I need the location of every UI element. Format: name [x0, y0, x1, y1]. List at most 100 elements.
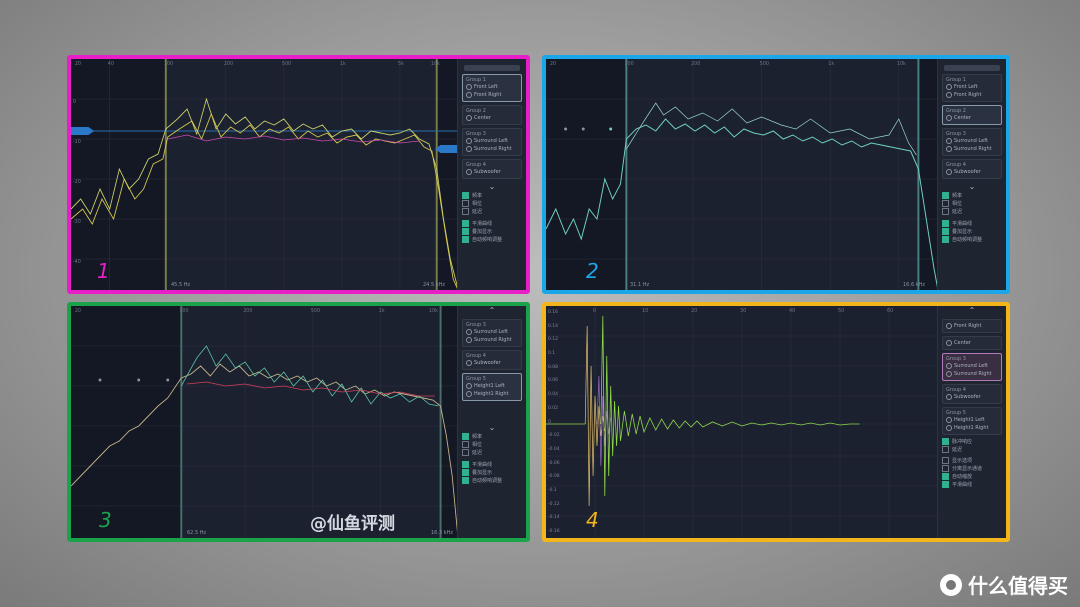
checkbox[interactable] — [462, 236, 469, 243]
option-row[interactable]: 平滑曲线 — [942, 220, 1002, 228]
checkbox[interactable] — [942, 446, 949, 453]
channel-item[interactable]: Subwoofer — [946, 393, 998, 401]
channel-item[interactable]: Front Right — [946, 322, 998, 330]
group-card[interactable]: Group 4 Subwoofer — [942, 384, 1002, 404]
checkbox[interactable] — [462, 208, 469, 215]
chevron-down-icon[interactable]: ⌄ — [458, 182, 526, 192]
group-card[interactable]: Group 1 Front Left Front Right — [942, 74, 1002, 102]
checkbox[interactable] — [942, 192, 949, 199]
checkbox[interactable] — [942, 236, 949, 243]
channel-item[interactable]: Subwoofer — [466, 168, 518, 176]
option-row[interactable]: 叠加显示 — [462, 228, 522, 236]
group-card[interactable]: Group 4 Subwoofer — [462, 159, 522, 179]
checkbox[interactable] — [462, 469, 469, 476]
group-card[interactable]: Group 5 Height1 Left Height1 Right — [942, 407, 1002, 435]
group-card[interactable]: Group 3 Surround Left Surround Right — [942, 353, 1002, 381]
option-row[interactable]: 平滑曲线 — [462, 461, 522, 469]
checkbox[interactable] — [462, 228, 469, 235]
group-card[interactable]: Group 2 Center — [462, 105, 522, 125]
option-row[interactable]: 叠加显示 — [462, 469, 522, 477]
plot-area[interactable]: 20 40 100 200 500 1k 5k 10k 0 -10 -20 -30 -40 45.5 … — [71, 59, 458, 290]
group-card[interactable]: Group 1 Front Left Front Right — [462, 74, 522, 102]
checkbox[interactable] — [462, 200, 469, 207]
group-card[interactable]: Group 3 Surround Left Surround Right — [462, 319, 522, 347]
channel-item[interactable]: Front Left — [946, 83, 998, 91]
channel-item[interactable]: Height1 Left — [466, 382, 518, 390]
channel-item[interactable]: Surround Right — [946, 370, 998, 378]
checkbox[interactable] — [942, 438, 949, 445]
option-row[interactable]: 延迟 — [942, 446, 1002, 454]
checkbox[interactable] — [462, 477, 469, 484]
channel-item[interactable]: Height1 Right — [466, 390, 518, 398]
group-card[interactable]: Center — [942, 336, 1002, 350]
option-row[interactable]: 频率 — [942, 192, 1002, 200]
option-row[interactable]: 平滑曲线 — [462, 220, 522, 228]
option-row[interactable]: 频率 — [462, 433, 522, 441]
option-row[interactable]: 分离显示通道 — [942, 465, 1002, 473]
channel-item[interactable]: Front Left — [466, 83, 518, 91]
group-card[interactable]: Group 4 Subwoofer — [462, 350, 522, 370]
channel-item[interactable]: Front Right — [466, 91, 518, 99]
group-card[interactable]: Group 2 Center — [942, 105, 1002, 125]
channel-item[interactable]: Front Right — [946, 91, 998, 99]
checkbox[interactable] — [942, 473, 949, 480]
plot-area[interactable]: 20 100 200 500 1k 10k 31.1 Hz 16.6 kHz 2 — [546, 59, 938, 290]
option-row[interactable]: 叠加显示 — [942, 228, 1002, 236]
option-row[interactable]: 显示选项 — [942, 457, 1002, 465]
option-row[interactable]: 频率 — [462, 192, 522, 200]
plot-area[interactable]: 20 100 200 500 1k 10k 62.5 Hz 16.3 kHz 3 — [71, 306, 458, 538]
channel-item[interactable]: Surround Right — [946, 145, 998, 153]
sidebar-top-button[interactable] — [944, 65, 1000, 71]
option-row[interactable]: 自动频响调整 — [462, 236, 522, 244]
option-row[interactable]: 延迟 — [462, 449, 522, 457]
checkbox[interactable] — [462, 192, 469, 199]
channel-item[interactable]: Center — [466, 114, 518, 122]
group-card[interactable]: Group 4 Subwoofer — [942, 159, 1002, 179]
channel-item[interactable]: Subwoofer — [466, 359, 518, 367]
channel-item[interactable]: Surround Left — [946, 137, 998, 145]
svg-text:500: 500 — [282, 61, 291, 67]
option-row[interactable]: 自动缩放 — [942, 473, 1002, 481]
group-card[interactable]: Group 5 Height1 Left Height1 Right — [462, 373, 522, 401]
option-row[interactable]: 脉冲响应 — [942, 438, 1002, 446]
channel-item[interactable]: Center — [946, 339, 998, 347]
checkbox[interactable] — [942, 457, 949, 464]
option-row[interactable]: 相位 — [942, 200, 1002, 208]
chevron-down-icon[interactable]: ⌄ — [938, 182, 1006, 192]
option-row[interactable]: 延迟 — [462, 208, 522, 216]
checkbox[interactable] — [942, 228, 949, 235]
option-row[interactable]: 延迟 — [942, 208, 1002, 216]
group-card[interactable]: Group 3 Surround Left Surround Right — [462, 128, 522, 156]
channel-item[interactable]: Surround Left — [466, 137, 518, 145]
checkbox[interactable] — [462, 449, 469, 456]
option-row[interactable]: 自动频响调整 — [462, 477, 522, 485]
channel-item[interactable]: Center — [946, 114, 998, 122]
channel-item[interactable]: Surround Right — [466, 145, 518, 153]
channel-item[interactable]: Surround Right — [466, 336, 518, 344]
option-row[interactable]: 平滑曲线 — [942, 481, 1002, 489]
channel-item[interactable]: Surround Left — [946, 362, 998, 370]
chevron-up-icon[interactable]: ⌃ — [458, 306, 526, 316]
checkbox[interactable] — [462, 441, 469, 448]
checkbox[interactable] — [942, 208, 949, 215]
checkbox[interactable] — [942, 220, 949, 227]
checkbox[interactable] — [942, 200, 949, 207]
group-card[interactable]: Group 3 Surround Left Surround Right — [942, 128, 1002, 156]
option-row[interactable]: 相位 — [462, 200, 522, 208]
channel-item[interactable]: Height1 Left — [946, 416, 998, 424]
checkbox[interactable] — [942, 481, 949, 488]
checkbox[interactable] — [942, 465, 949, 472]
sidebar-top-button[interactable] — [464, 65, 520, 71]
checkbox[interactable] — [462, 220, 469, 227]
option-row[interactable]: 相位 — [462, 441, 522, 449]
checkbox[interactable] — [462, 433, 469, 440]
channel-item[interactable]: Surround Left — [466, 328, 518, 336]
channel-item[interactable]: Subwoofer — [946, 168, 998, 176]
group-card[interactable]: Front Right — [942, 319, 1002, 333]
chevron-up-icon[interactable]: ⌃ — [938, 306, 1006, 316]
checkbox[interactable] — [462, 461, 469, 468]
channel-item[interactable]: Height1 Right — [946, 424, 998, 432]
chevron-down-icon[interactable]: ⌄ — [458, 423, 526, 433]
plot-area[interactable]: 0 10 20 30 40 50 60 0.16 0.14 0.12 0.1 0.08 0.… — [546, 306, 938, 538]
option-row[interactable]: 自动频响调整 — [942, 236, 1002, 244]
